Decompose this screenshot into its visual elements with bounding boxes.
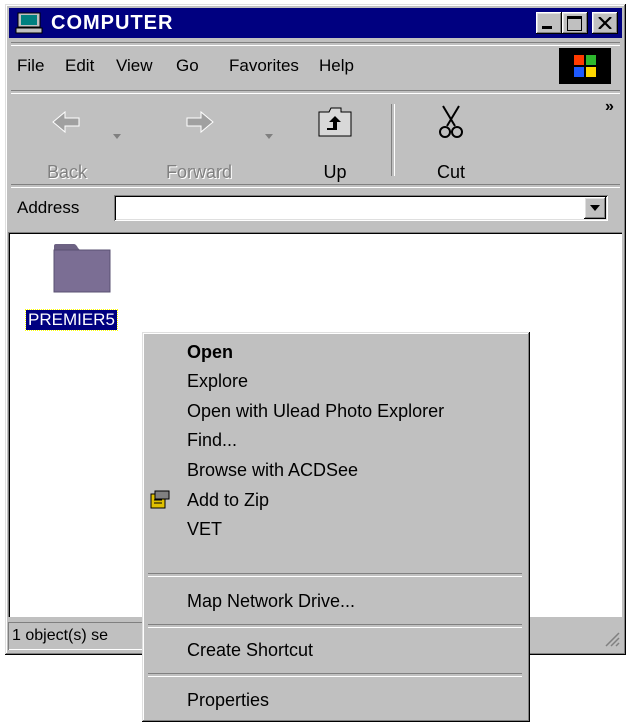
computer-icon xyxy=(15,12,43,34)
menu-go-label: Go xyxy=(176,56,199,75)
menu-view-label: View xyxy=(116,56,153,75)
menu-view[interactable]: View xyxy=(116,56,153,76)
menu-file-label: File xyxy=(17,56,45,75)
cut-label: Cut xyxy=(436,162,465,182)
folder-label: PREMIER5 xyxy=(25,309,118,331)
close-button[interactable] xyxy=(592,12,618,34)
windows-logo xyxy=(559,48,611,84)
window-title: COMPUTER xyxy=(51,12,174,34)
ctx-vet[interactable]: VET xyxy=(145,513,525,546)
title-bar[interactable]: COMPUTER xyxy=(9,8,622,38)
ctx-separator xyxy=(148,624,522,628)
windows-flag-icon xyxy=(574,55,596,77)
address-bar: Address xyxy=(9,190,622,228)
back-dropdown-icon[interactable] xyxy=(113,134,123,140)
menu-bar: File Edit View Go Favorites Help xyxy=(9,42,622,94)
address-label: Address xyxy=(17,198,80,217)
ctx-browse-label: Browse with ACDSee xyxy=(187,460,359,480)
ctx-map-drive-label: Map Network Drive... xyxy=(187,591,356,611)
ctx-open-label: Open xyxy=(187,342,234,362)
address-input[interactable] xyxy=(114,195,608,221)
menu-top-divider xyxy=(11,42,620,46)
maximize-icon xyxy=(567,16,582,31)
toolbar-overflow-icon[interactable]: » xyxy=(605,98,614,116)
address-dropdown-button[interactable] xyxy=(584,197,606,219)
back-arrow-icon xyxy=(52,110,80,134)
toolbar: Back Forward Up Cut » xyxy=(9,96,622,188)
up-folder-icon xyxy=(318,107,352,137)
menu-edit[interactable]: Edit xyxy=(65,56,94,76)
forward-dropdown-icon[interactable] xyxy=(265,134,275,140)
up-button[interactable]: Up xyxy=(295,104,375,184)
maximize-button[interactable] xyxy=(562,12,588,34)
ctx-create-shortcut[interactable]: Create Shortcut xyxy=(145,634,525,667)
toolbar-bottom-divider xyxy=(11,184,620,188)
ctx-properties[interactable]: Properties xyxy=(145,684,525,717)
folder-icon xyxy=(53,244,111,293)
menu-bottom-divider xyxy=(11,90,620,94)
menu-favorites[interactable]: Favorites xyxy=(229,56,299,76)
forward-label: Forward xyxy=(165,162,232,182)
minimize-icon xyxy=(542,26,552,29)
ctx-find-label: Find... xyxy=(187,430,238,450)
ctx-separator xyxy=(148,673,522,677)
ctx-find[interactable]: Find... xyxy=(145,424,525,457)
ctx-explore-label: Explore xyxy=(187,371,249,391)
chevron-down-icon xyxy=(590,205,600,211)
ctx-map-network-drive[interactable]: Map Network Drive... xyxy=(145,585,525,618)
folder-item[interactable]: PREMIER5 xyxy=(22,240,142,340)
menu-help-label: Help xyxy=(319,56,354,75)
ctx-properties-label: Properties xyxy=(187,690,270,710)
winzip-icon xyxy=(150,490,170,509)
forward-button[interactable]: Forward xyxy=(159,104,239,184)
context-menu: Open Explore Open with Ulead Photo Explo… xyxy=(142,332,530,722)
close-icon xyxy=(598,17,612,29)
ctx-add-zip-label: Add to Zip xyxy=(187,490,270,510)
forward-arrow-icon xyxy=(186,110,214,134)
resize-grip-icon[interactable] xyxy=(604,631,620,647)
ctx-explore[interactable]: Explore xyxy=(145,365,525,398)
ctx-create-shortcut-label: Create Shortcut xyxy=(187,640,314,660)
menu-edit-label: Edit xyxy=(65,56,95,75)
minimize-button[interactable] xyxy=(536,12,562,34)
ctx-browse-acdsee[interactable]: Browse with ACDSee xyxy=(145,454,525,487)
ctx-vet-label: VET xyxy=(187,519,223,539)
up-label: Up xyxy=(323,162,347,182)
status-pane: 1 object(s) se xyxy=(8,622,144,650)
menu-favorites-label: Favorites xyxy=(229,56,299,75)
cut-button[interactable]: Cut xyxy=(411,104,491,184)
scissors-icon xyxy=(439,105,463,138)
ctx-open-with-label: Open with Ulead Photo Explorer xyxy=(187,401,445,421)
status-text: 1 object(s) se xyxy=(12,627,109,644)
ctx-separator xyxy=(148,573,522,577)
menu-go[interactable]: Go xyxy=(176,56,199,76)
menu-help[interactable]: Help xyxy=(319,56,354,76)
menu-file[interactable]: File xyxy=(17,56,44,76)
back-button[interactable]: Back xyxy=(27,104,107,184)
toolbar-divider xyxy=(391,104,395,176)
back-label: Back xyxy=(46,162,88,182)
